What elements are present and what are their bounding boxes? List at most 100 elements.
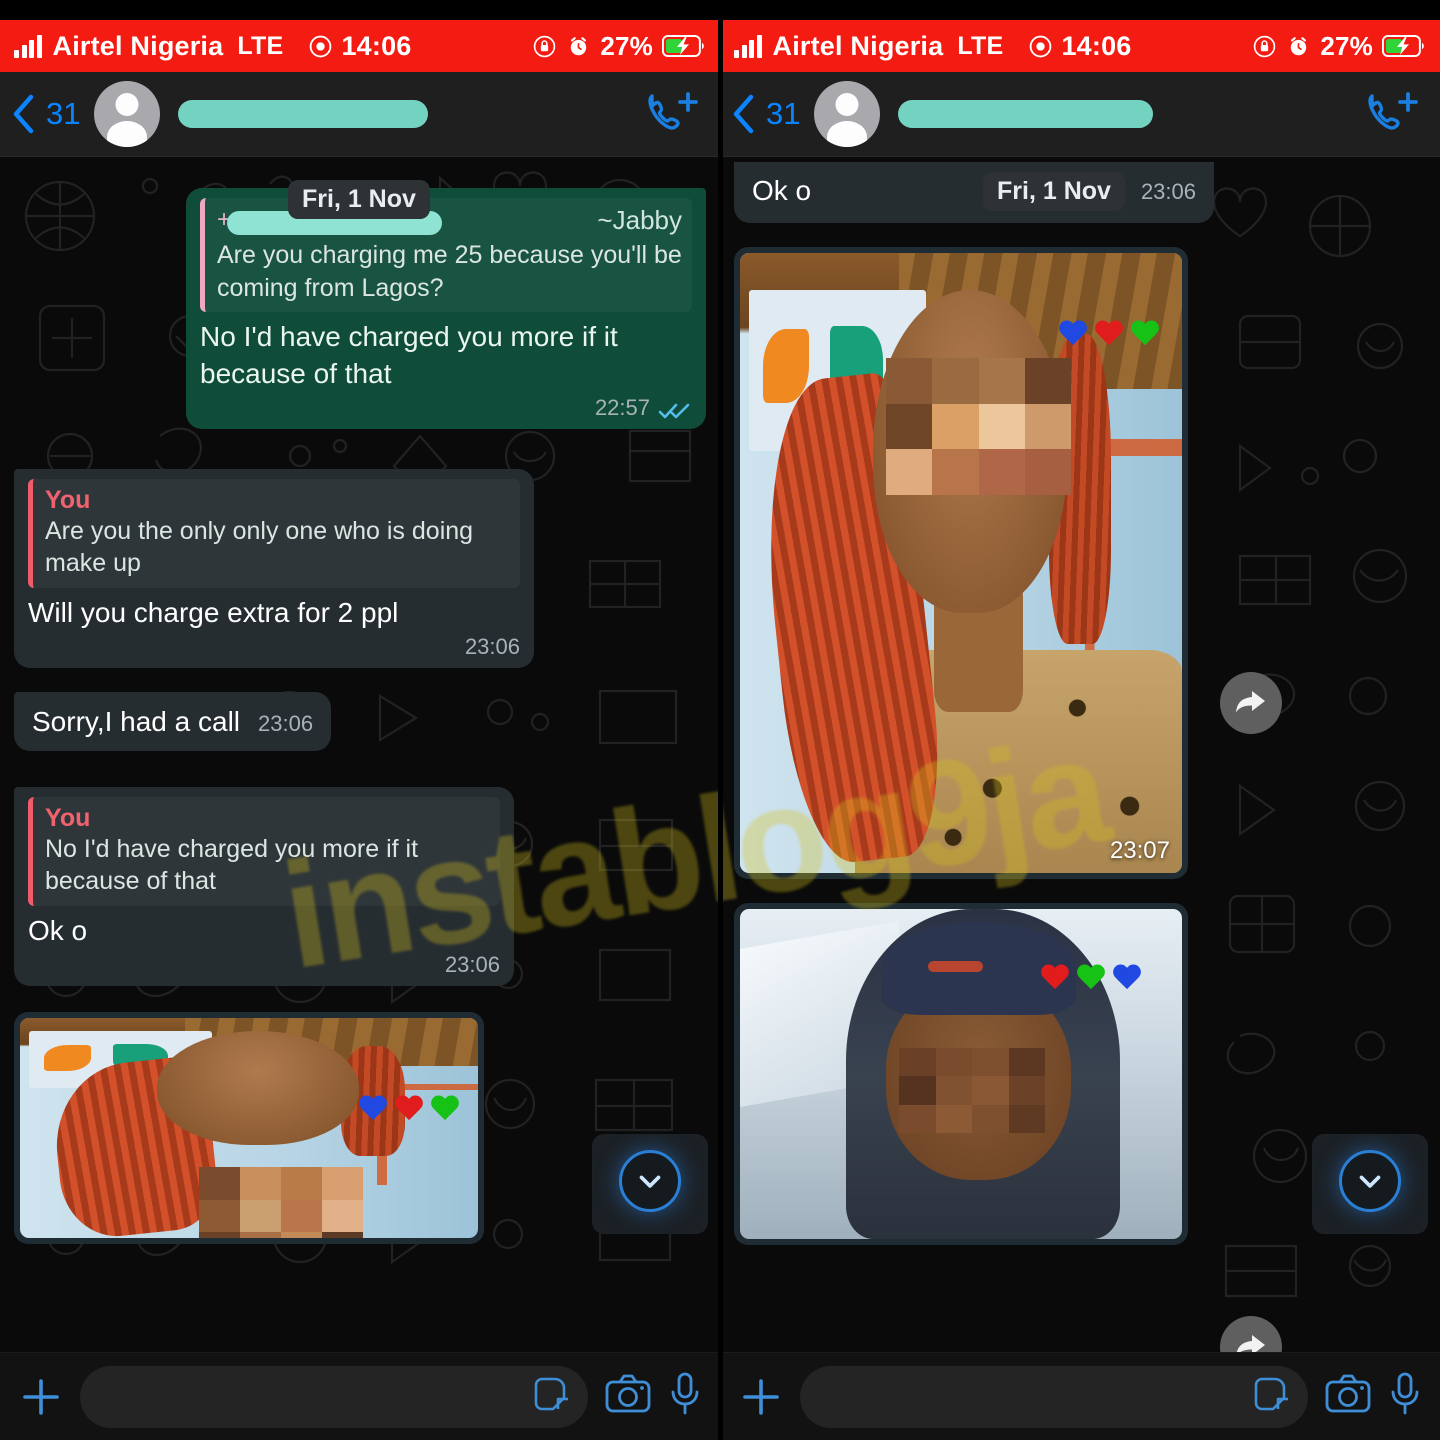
- incoming-message-bubble[interactable]: You Are you the only only one who is doi…: [14, 468, 534, 668]
- incoming-message-bubble[interactable]: Ok o Fri, 1 Nov 23:06: [734, 162, 1214, 223]
- carrier-label: Airtel Nigeria: [52, 30, 224, 61]
- message-row[interactable]: 23:07: [734, 247, 1426, 879]
- message-text: Ok o: [752, 175, 812, 207]
- forward-message-button[interactable]: [1220, 672, 1282, 734]
- message-reactions[interactable]: [1040, 965, 1142, 992]
- attach-plus-icon[interactable]: [18, 1374, 64, 1420]
- dual-screenshot-container: Airtel Nigeria LTE 14:06 27% 31 Fri, 1 N…: [0, 0, 1440, 1440]
- incoming-photo-bubble[interactable]: 23:07: [734, 247, 1188, 879]
- green-heart-icon: [430, 1096, 460, 1123]
- unread-count-label[interactable]: 31: [46, 96, 80, 132]
- chat-header: 31: [720, 72, 1440, 156]
- panel-divider: [718, 0, 723, 1440]
- status-bar: Airtel Nigeria LTE 14:06 27%: [720, 20, 1440, 72]
- message-row[interactable]: + ~Jabby Are you charging me 25 because …: [14, 188, 706, 429]
- pixelated-face-censor: [885, 358, 1072, 495]
- outgoing-message-bubble[interactable]: + ~Jabby Are you charging me 25 because …: [186, 188, 706, 429]
- message-row[interactable]: Ok o Fri, 1 Nov 23:06: [734, 162, 1426, 223]
- alarm-clock-icon: [1286, 34, 1311, 59]
- chat-message-list[interactable]: Ok o Fri, 1 Nov 23:06 23:07: [720, 156, 1440, 1352]
- network-type-label: LTE: [237, 31, 284, 60]
- quoted-reply-header: + ~Jabby: [217, 205, 682, 236]
- status-bar-left: Airtel Nigeria LTE: [14, 31, 283, 62]
- message-input-bar[interactable]: [0, 1352, 720, 1440]
- unread-count-label[interactable]: 31: [766, 96, 800, 132]
- incoming-message-bubble[interactable]: You No I'd have charged you more if it b…: [14, 786, 514, 986]
- red-heart-icon: [394, 1096, 424, 1123]
- forward-arrow-icon: [1236, 691, 1265, 713]
- quoted-reply-block[interactable]: + ~Jabby Are you charging me 25 because …: [200, 198, 692, 312]
- message-time: 23:06: [258, 710, 314, 736]
- incoming-photo-bubble[interactable]: [734, 903, 1188, 1245]
- microphone-icon[interactable]: [668, 1371, 702, 1422]
- camera-icon[interactable]: [1324, 1373, 1372, 1420]
- chevron-down-icon: [639, 1175, 661, 1188]
- message-text: No I'd have charged you more if it becau…: [200, 321, 618, 389]
- battery-charging-icon: [662, 34, 706, 58]
- message-input-bar[interactable]: [720, 1352, 1440, 1440]
- chat-message-list[interactable]: Fri, 1 Nov + ~Jabby Are you charging me …: [0, 156, 720, 1352]
- attach-plus-icon[interactable]: [738, 1374, 784, 1420]
- quoted-reply-text: Are you the only only one who is doing m…: [45, 516, 474, 578]
- quoted-reply-text: No I'd have charged you more if it becau…: [45, 834, 419, 896]
- scroll-to-bottom-button[interactable]: [1339, 1150, 1401, 1212]
- quoted-reply-text: Are you charging me 25 because you'll be…: [217, 241, 682, 302]
- quoted-author-label: You: [45, 803, 91, 832]
- sticker-icon[interactable]: [530, 1373, 570, 1420]
- scroll-to-bottom-button[interactable]: [619, 1150, 681, 1212]
- message-row[interactable]: You No I'd have charged you more if it b…: [14, 786, 706, 986]
- blue-heart-icon: [358, 1096, 388, 1123]
- right-phone-screenshot: Airtel Nigeria LTE 14:06 27% 31 Ok o Fri…: [720, 0, 1440, 1440]
- signal-bars-icon: [14, 34, 42, 58]
- message-row[interactable]: Sorry,I had a call 23:06: [14, 691, 706, 751]
- pixelated-face-censor: [198, 1167, 364, 1238]
- contact-name-redacted[interactable]: [178, 100, 429, 128]
- carrier-label: Airtel Nigeria: [772, 30, 944, 61]
- forward-arrow-icon: [1236, 1335, 1265, 1352]
- date-chip: Fri, 1 Nov: [288, 180, 430, 219]
- photo-attachment[interactable]: 23:07: [740, 253, 1182, 873]
- blue-heart-icon: [1058, 321, 1088, 348]
- microphone-icon[interactable]: [1388, 1371, 1422, 1422]
- quoted-author-suffix: ~Jabby: [597, 205, 682, 235]
- message-reactions[interactable]: [358, 1096, 460, 1123]
- photo-timestamp: 23:07: [1109, 837, 1170, 864]
- chat-header: 31: [0, 72, 720, 156]
- back-chevron-icon[interactable]: [730, 93, 756, 135]
- blue-heart-icon: [1112, 965, 1142, 992]
- message-row[interactable]: You Are you the only only one who is doi…: [14, 468, 706, 668]
- rotation-lock-icon: [1252, 34, 1277, 59]
- status-bar-right: 27%: [1252, 31, 1426, 62]
- contact-avatar-icon[interactable]: [814, 81, 881, 147]
- incoming-photo-bubble[interactable]: [14, 1011, 484, 1244]
- sticker-icon[interactable]: [1250, 1373, 1290, 1420]
- message-input-field[interactable]: [800, 1365, 1308, 1428]
- message-time: 22:57: [594, 394, 650, 420]
- incoming-message-bubble[interactable]: Sorry,I had a call 23:06: [14, 691, 332, 751]
- quoted-reply-block[interactable]: You Are you the only only one who is doi…: [28, 478, 520, 588]
- camera-icon[interactable]: [604, 1373, 652, 1420]
- clock-label: 14:06: [1061, 30, 1132, 61]
- back-chevron-icon[interactable]: [10, 93, 36, 135]
- pixelated-face-censor: [899, 1047, 1045, 1134]
- alarm-clock-icon: [566, 34, 591, 59]
- contact-name-redacted[interactable]: [898, 100, 1154, 128]
- clock-label: 14:06: [341, 30, 412, 61]
- battery-percent-label: 27%: [1320, 30, 1373, 61]
- message-reactions[interactable]: [1058, 321, 1160, 348]
- network-type-label: LTE: [957, 31, 1004, 60]
- read-receipt-ticks-icon: [658, 401, 692, 421]
- message-input-field[interactable]: [80, 1365, 588, 1428]
- left-phone-screenshot: Airtel Nigeria LTE 14:06 27% 31 Fri, 1 N…: [0, 0, 720, 1440]
- photo-attachment[interactable]: [20, 1017, 478, 1238]
- video-call-add-icon[interactable]: [1364, 88, 1422, 141]
- date-chip: Fri, 1 Nov: [983, 172, 1125, 211]
- status-bar: Airtel Nigeria LTE 14:06 27%: [0, 20, 720, 72]
- battery-charging-icon: [1382, 34, 1426, 58]
- quoted-reply-block[interactable]: You No I'd have charged you more if it b…: [28, 796, 500, 906]
- contact-avatar-icon[interactable]: [94, 81, 161, 147]
- photo-attachment[interactable]: [740, 909, 1182, 1239]
- video-call-add-icon[interactable]: [644, 88, 702, 141]
- red-heart-icon: [1040, 965, 1070, 992]
- status-bar-left: Airtel Nigeria LTE: [734, 31, 1003, 62]
